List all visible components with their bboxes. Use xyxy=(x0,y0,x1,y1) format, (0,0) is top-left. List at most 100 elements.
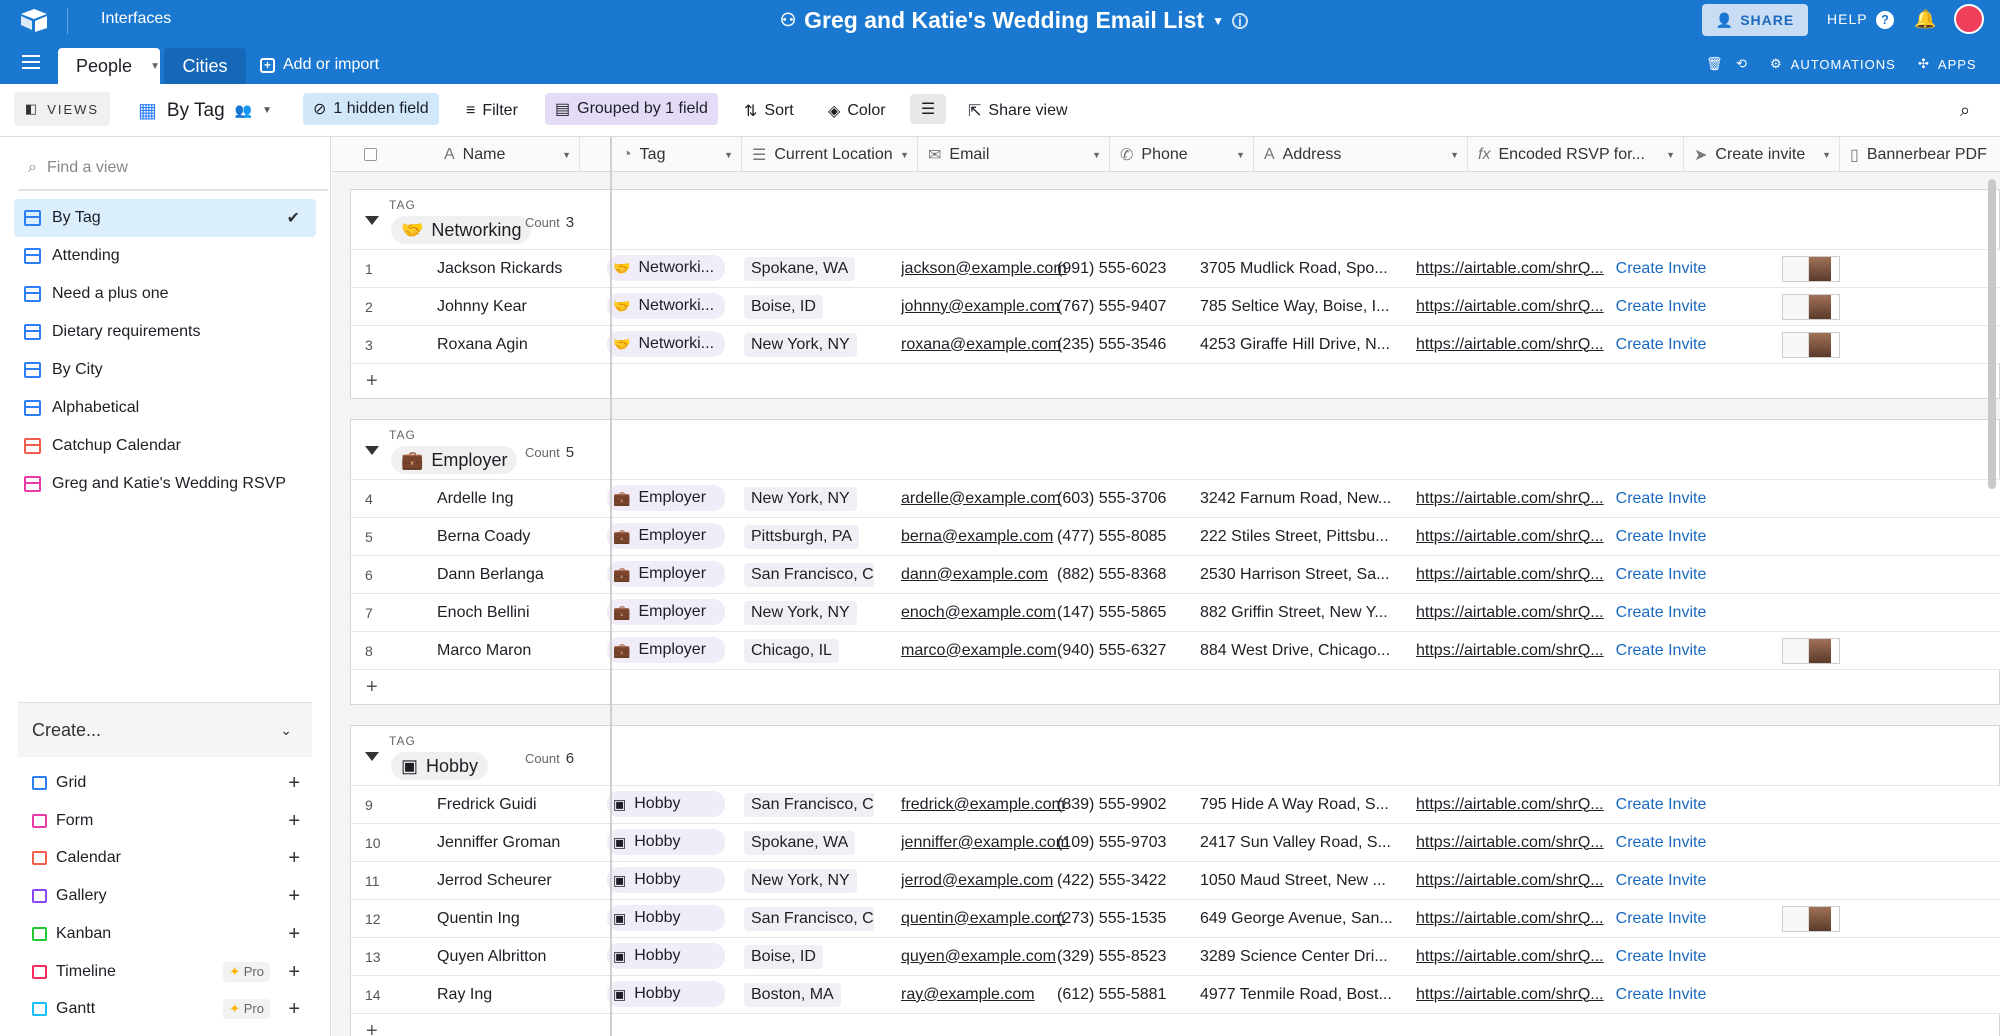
location-cell[interactable]: San Francisco, CA xyxy=(744,900,874,937)
tag-cell[interactable]: ▣ Hobby xyxy=(607,867,725,893)
phone-cell[interactable]: (767) 555-9407 xyxy=(1057,288,1207,325)
phone-cell[interactable]: (477) 555-8085 xyxy=(1057,518,1207,555)
table-row[interactable]: 14 Ray Ing ▣ Hobby Boston, MA ray@example… xyxy=(350,975,2000,1013)
chevron-down-icon[interactable]: ▼ xyxy=(1822,150,1831,160)
create-invite-button[interactable]: Create Invite xyxy=(1601,288,1721,325)
column-header-create-invite[interactable]: ➤ Create invite ▼ xyxy=(1684,137,1840,172)
table-row[interactable]: 2 Johnny Kear 🤝 Networki... Boise, ID joh… xyxy=(350,287,2000,325)
tag-cell[interactable]: ▣ Hobby xyxy=(607,791,725,817)
create-invite-button[interactable]: Create Invite xyxy=(1601,594,1721,631)
select-all-checkbox[interactable] xyxy=(364,148,377,161)
rsvp-url-cell[interactable]: https://airtable.com/shrQ... xyxy=(1416,326,1620,363)
chevron-down-icon[interactable]: ▼ xyxy=(1212,14,1224,28)
chevron-down-icon[interactable]: ▼ xyxy=(562,150,571,160)
location-cell[interactable]: Pittsburgh, PA xyxy=(744,518,874,555)
location-cell[interactable]: Boise, ID xyxy=(744,288,874,325)
airtable-logo-icon[interactable] xyxy=(20,8,48,32)
plus-icon[interactable]: + xyxy=(288,923,300,946)
address-cell[interactable]: 222 Stiles Street, Pittsbu... xyxy=(1200,518,1400,555)
tag-cell[interactable]: ▣ Hobby xyxy=(607,905,725,931)
create-invite-button[interactable]: Create Invite xyxy=(1601,976,1721,1013)
create-invite-button[interactable]: Create Invite xyxy=(1601,824,1721,861)
name-cell[interactable]: Marco Maron xyxy=(437,632,627,669)
table-row[interactable]: 8 Marco Maron 💼 Employer Chicago, IL marc… xyxy=(350,631,2000,669)
create-invite-button[interactable]: Create Invite xyxy=(1601,250,1721,287)
column-header-current-location[interactable]: ☰ Current Location ▼ xyxy=(742,137,918,172)
table-row[interactable]: 12 Quentin Ing ▣ Hobby San Francisco, CA … xyxy=(350,899,2000,937)
plus-icon[interactable]: + xyxy=(288,810,300,833)
name-cell[interactable]: Jerrod Scheurer xyxy=(437,862,627,899)
pdf-thumbnail[interactable] xyxy=(1782,906,1840,932)
create-invite-button[interactable]: Create Invite xyxy=(1601,632,1721,669)
current-view-menu[interactable]: ▦ By Tag 👥 ▼ xyxy=(138,98,272,123)
view-item-need-a-plus-one[interactable]: Need a plus one xyxy=(14,275,316,313)
phone-cell[interactable]: (235) 555-3546 xyxy=(1057,326,1207,363)
name-cell[interactable]: Quentin Ing xyxy=(437,900,627,937)
plus-icon[interactable]: + xyxy=(288,885,300,908)
address-cell[interactable]: 3705 Mudlick Road, Spo... xyxy=(1200,250,1400,287)
create-grid-view[interactable]: Grid + xyxy=(32,768,300,798)
name-cell[interactable]: Dann Berlanga xyxy=(437,556,627,593)
view-item-alphabetical[interactable]: Alphabetical xyxy=(14,389,316,427)
add-record-button[interactable]: + xyxy=(350,363,2000,399)
interfaces-link[interactable]: Interfaces xyxy=(101,10,171,28)
table-row[interactable]: 3 Roxana Agin 🤝 Networki... New York, NY … xyxy=(350,325,2000,363)
name-cell[interactable]: Quyen Albritton xyxy=(437,938,627,975)
chevron-down-icon[interactable]: ⌄ xyxy=(280,722,292,739)
location-cell[interactable]: Spokane, WA xyxy=(744,250,874,287)
rsvp-url-cell[interactable]: https://airtable.com/shrQ... xyxy=(1416,938,1620,975)
collapse-triangle-icon[interactable] xyxy=(365,216,379,225)
phone-cell[interactable]: (273) 555-1535 xyxy=(1057,900,1207,937)
rsvp-url-cell[interactable]: https://airtable.com/shrQ... xyxy=(1416,900,1620,937)
view-item-wedding-rsvp[interactable]: Greg and Katie's Wedding RSVP xyxy=(14,465,316,503)
address-cell[interactable]: 2417 Sun Valley Road, S... xyxy=(1200,824,1400,861)
rsvp-url-cell[interactable]: https://airtable.com/shrQ... xyxy=(1416,594,1620,631)
tag-cell[interactable]: 🤝 Networki... xyxy=(607,255,725,281)
avatar[interactable] xyxy=(1954,4,1984,34)
table-row[interactable]: 1 Jackson Rickards 🤝 Networki... Spokane,… xyxy=(350,249,2000,287)
create-invite-button[interactable]: Create Invite xyxy=(1601,786,1721,823)
rsvp-url-cell[interactable]: https://airtable.com/shrQ... xyxy=(1416,250,1620,287)
table-row[interactable]: 4 Ardelle Ing 💼 Employer New York, NY ard… xyxy=(350,479,2000,517)
location-cell[interactable]: Chicago, IL xyxy=(744,632,874,669)
create-view-section[interactable]: Create... ⌄ xyxy=(18,703,312,757)
table-row[interactable]: 7 Enoch Bellini 💼 Employer New York, NY e… xyxy=(350,593,2000,631)
address-cell[interactable]: 1050 Maud Street, New ... xyxy=(1200,862,1400,899)
name-cell[interactable]: Berna Coady xyxy=(437,518,627,555)
rsvp-url-cell[interactable]: https://airtable.com/shrQ... xyxy=(1416,862,1620,899)
table-row[interactable]: 5 Berna Coady 💼 Employer Pittsburgh, PA b… xyxy=(350,517,2000,555)
address-cell[interactable]: 884 West Drive, Chicago... xyxy=(1200,632,1400,669)
address-cell[interactable]: 3289 Science Center Dri... xyxy=(1200,938,1400,975)
tag-cell[interactable]: 💼 Employer xyxy=(607,523,725,549)
pdf-thumbnail[interactable] xyxy=(1782,638,1840,664)
table-row[interactable]: 13 Quyen Albritton ▣ Hobby Boise, ID quye… xyxy=(350,937,2000,975)
search-icon[interactable]: ⌕ xyxy=(1960,100,1970,121)
bell-icon[interactable]: 🔔 xyxy=(1914,9,1936,30)
create-gantt-view[interactable]: Gantt ✦ Pro + xyxy=(32,994,300,1024)
address-cell[interactable]: 3242 Farnum Road, New... xyxy=(1200,480,1400,517)
create-invite-button[interactable]: Create Invite xyxy=(1601,862,1721,899)
create-invite-button[interactable]: Create Invite xyxy=(1601,900,1721,937)
phone-cell[interactable]: (991) 555-6023 xyxy=(1057,250,1207,287)
view-item-catchup-calendar[interactable]: Catchup Calendar xyxy=(14,427,316,465)
pdf-thumbnail[interactable] xyxy=(1782,294,1840,320)
phone-cell[interactable]: (940) 555-6327 xyxy=(1057,632,1207,669)
create-kanban-view[interactable]: Kanban + xyxy=(32,919,300,949)
apps-button[interactable]: ✣ APPS xyxy=(1918,56,1977,72)
tag-cell[interactable]: ▣ Hobby xyxy=(607,829,725,855)
address-cell[interactable]: 4253 Giraffe Hill Drive, N... xyxy=(1200,326,1400,363)
share-button[interactable]: 👤 SHARE xyxy=(1702,4,1808,36)
history-icon[interactable]: ⟲ xyxy=(1736,56,1748,72)
name-cell[interactable]: Fredrick Guidi xyxy=(437,786,627,823)
rsvp-url-cell[interactable]: https://airtable.com/shrQ... xyxy=(1416,976,1620,1013)
filter-button[interactable]: ≡ Filter xyxy=(466,98,518,124)
chevron-down-icon[interactable]: ▼ xyxy=(900,150,909,160)
create-invite-button[interactable]: Create Invite xyxy=(1601,480,1721,517)
plus-icon[interactable]: + xyxy=(288,847,300,870)
name-cell[interactable]: Ray Ing xyxy=(437,976,627,1013)
location-cell[interactable]: New York, NY xyxy=(744,862,874,899)
help-button[interactable]: HELP xyxy=(1827,11,1868,27)
location-cell[interactable]: Boise, ID xyxy=(744,938,874,975)
chevron-down-icon[interactable]: ▼ xyxy=(1450,150,1459,160)
create-invite-button[interactable]: Create Invite xyxy=(1601,556,1721,593)
